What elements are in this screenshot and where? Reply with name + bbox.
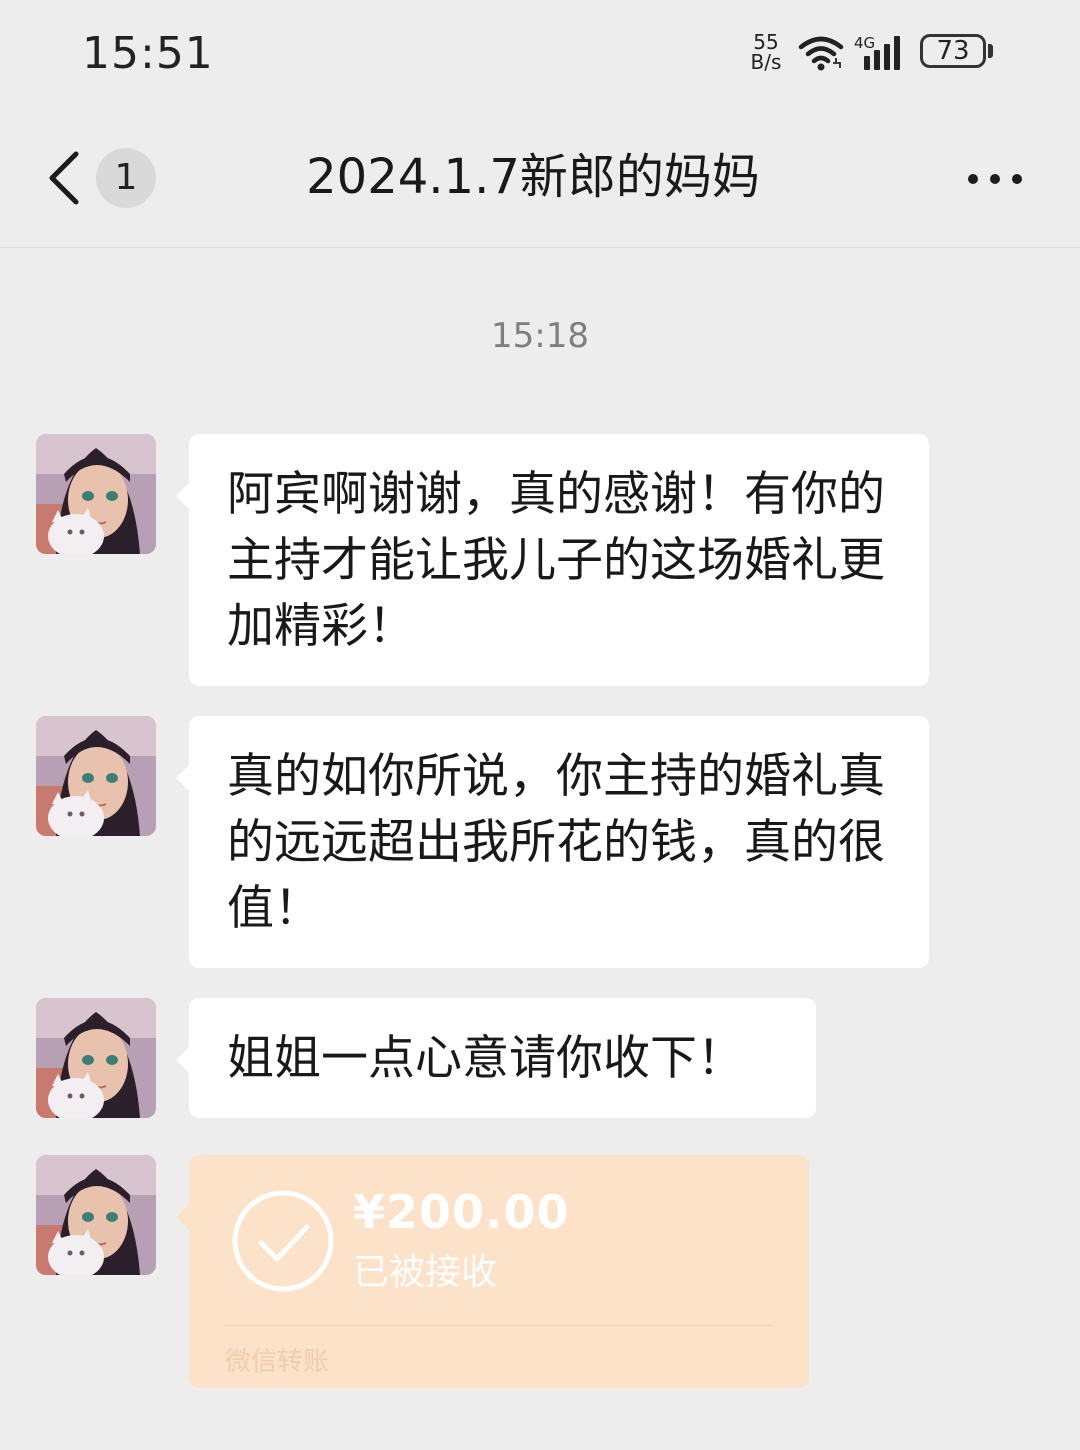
battery-tip — [988, 44, 993, 58]
network-speed-value: 55 — [753, 30, 779, 54]
network-speed-unit: B/s — [750, 50, 782, 74]
contact-avatar[interactable] — [36, 998, 156, 1118]
chat-header: 1 2024.1.7新郎的妈妈 — [0, 110, 1080, 248]
network-speed: 55 B/s — [746, 32, 786, 72]
message-timestamp: 15:18 — [491, 316, 589, 356]
unread-count-badge[interactable]: 1 — [96, 148, 156, 208]
message-text: 阿宾啊谢谢，真的感谢！有你的主持才能让我儿子的这场婚礼更加精彩！ — [227, 467, 885, 654]
check-circle-icon — [232, 1190, 334, 1292]
chat-title: 2024.1.7新郎的妈妈 — [306, 149, 760, 205]
message-text: 姐姐一点心意请你收下！ — [227, 1031, 744, 1086]
wifi-icon — [798, 36, 844, 71]
transfer-amount: ¥200.00 — [353, 1185, 570, 1239]
transfer-source-label: 微信转账 — [225, 1347, 330, 1377]
contact-avatar[interactable] — [36, 1155, 156, 1275]
contact-avatar[interactable] — [36, 434, 156, 554]
message-bubble[interactable]: 姐姐一点心意请你收下！ — [176, 998, 816, 1118]
battery-indicator: 73 — [920, 34, 986, 68]
cellular-signal-icon: 4G — [854, 34, 900, 70]
more-options-icon[interactable] — [960, 154, 1030, 204]
contact-avatar[interactable] — [36, 716, 156, 836]
back-arrow-icon[interactable] — [40, 146, 90, 210]
message-bubble[interactable]: 阿宾啊谢谢，真的感谢！有你的主持才能让我儿子的这场婚礼更加精彩！ — [176, 434, 929, 686]
transfer-divider — [225, 1325, 773, 1326]
transfer-status: 已被接收 — [353, 1252, 498, 1293]
status-time: 15:51 — [82, 28, 214, 79]
transfer-card[interactable]: ¥200.00 已被接收 微信转账 — [176, 1155, 809, 1388]
status-bar: 15:51 55 B/s 4G 73 — [0, 0, 1080, 110]
network-type-label: 4G — [854, 34, 875, 52]
message-text: 真的如你所说，你主持的婚礼真的远远超出我所花的钱，真的很值！ — [227, 749, 885, 936]
message-bubble[interactable]: 真的如你所说，你主持的婚礼真的远远超出我所花的钱，真的很值！ — [176, 716, 929, 968]
